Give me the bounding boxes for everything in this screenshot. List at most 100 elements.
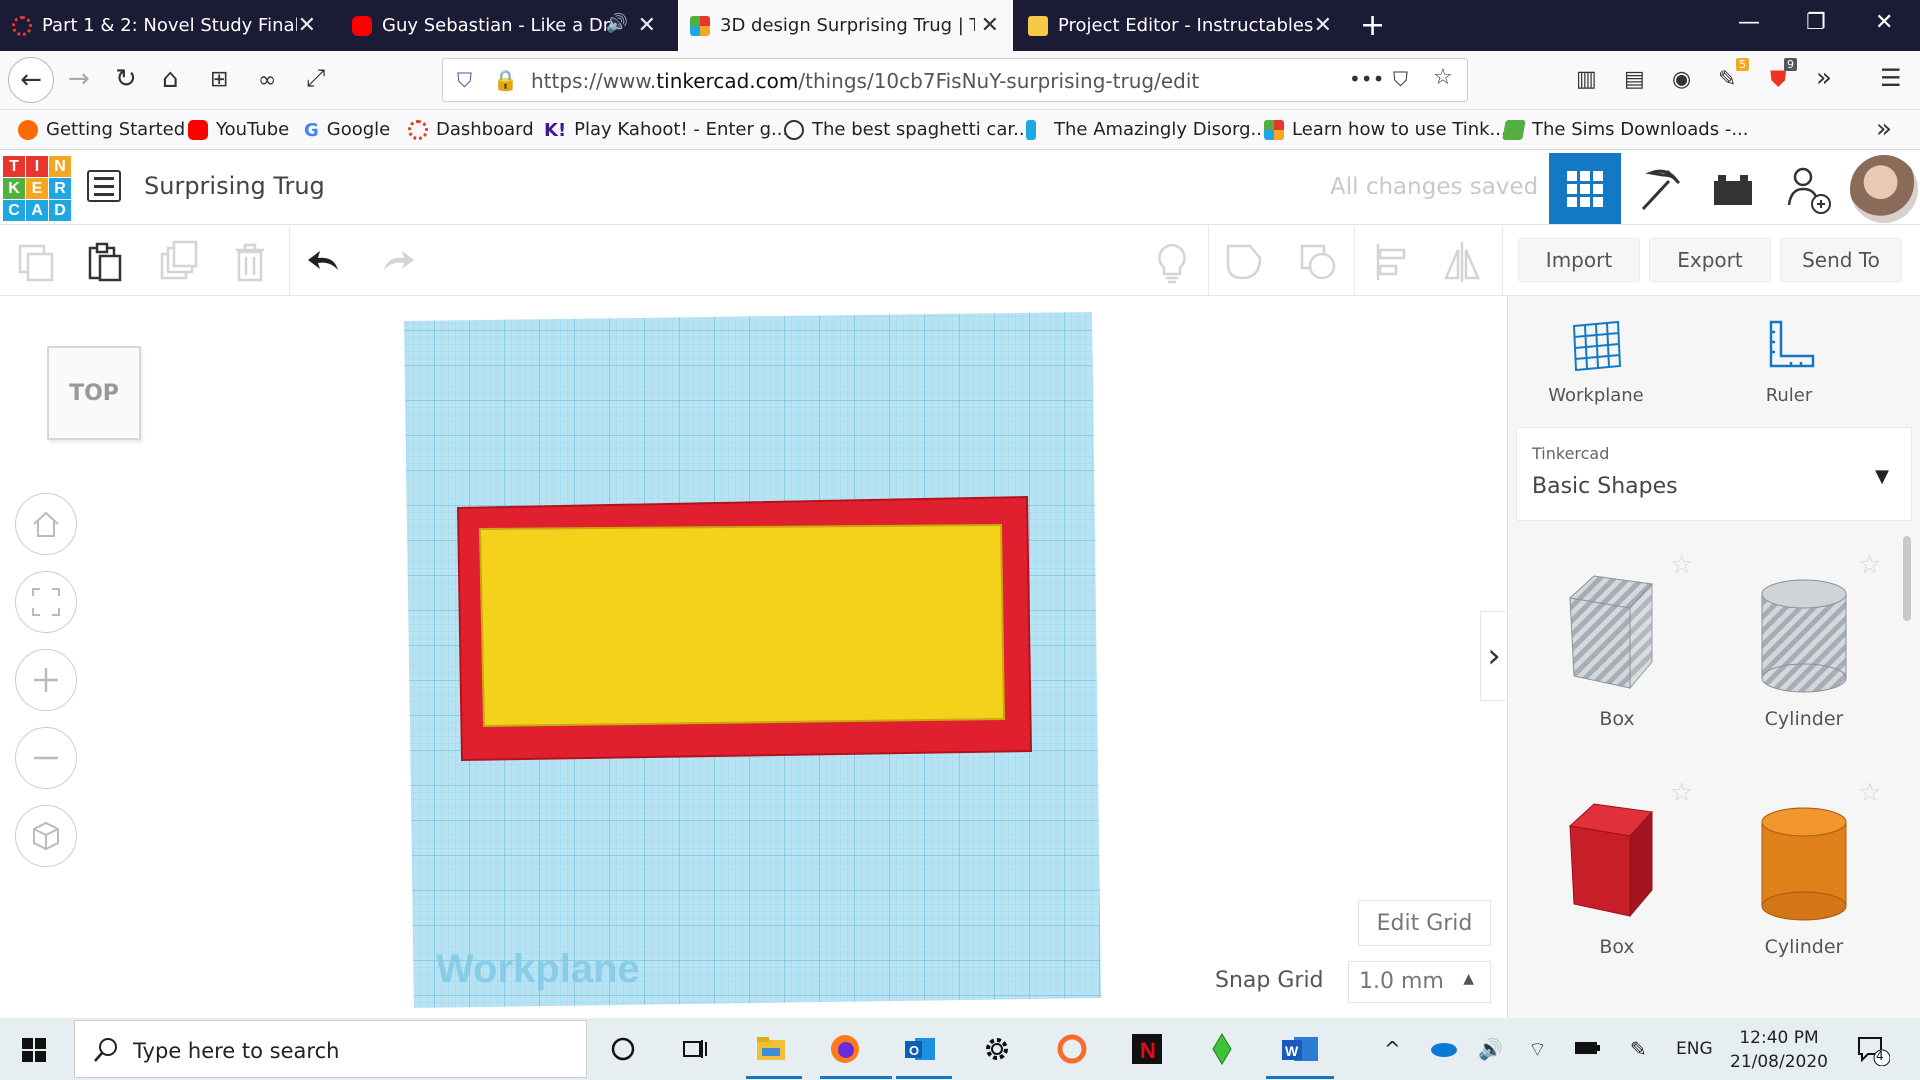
bookmark-sims[interactable]: The Sims Downloads -... [1502, 119, 1749, 140]
shape-cylinder-hole[interactable]: Cylinder [1719, 558, 1889, 758]
bookmark-dashboard[interactable]: Dashboard [408, 119, 534, 140]
windows-start-icon[interactable] [22, 1038, 46, 1062]
overflow-chevron-icon[interactable]: » [1816, 63, 1832, 93]
shape-library-dropdown[interactable]: Tinkercad Basic Shapes ▼ [1516, 427, 1912, 521]
pen-icon[interactable]: ✎ [1630, 1037, 1647, 1061]
library-icon[interactable]: ▥ [1576, 67, 1597, 92]
mask-icon[interactable]: ∞ [258, 68, 276, 93]
onedrive-icon[interactable] [1428, 1038, 1458, 1058]
export-button[interactable]: Export [1649, 238, 1771, 282]
paste-icon[interactable] [84, 240, 128, 284]
delete-icon[interactable] [228, 240, 272, 284]
zoom-out-button[interactable] [15, 727, 77, 789]
new-tab-button[interactable]: + [1360, 8, 1385, 43]
close-window-button[interactable]: ✕ [1875, 10, 1893, 35]
close-tab-icon[interactable]: ✕ [638, 13, 656, 38]
zoom-in-button[interactable] [15, 649, 77, 711]
design-title[interactable]: Surprising Trug [144, 172, 325, 200]
ruler-tool[interactable]: Ruler [1724, 318, 1854, 406]
edit-grid-button[interactable]: Edit Grid [1358, 900, 1491, 946]
view-cube[interactable]: TOP [47, 346, 141, 440]
account-icon[interactable]: ◉ [1672, 67, 1691, 92]
redo-icon[interactable] [374, 240, 418, 284]
settings-gear-icon[interactable] [980, 1032, 1014, 1066]
collapse-panel-button[interactable]: › [1480, 611, 1506, 701]
copy-icon[interactable] [14, 240, 58, 284]
minimize-button[interactable]: — [1738, 10, 1760, 35]
lock-icon[interactable]: 🔒 [493, 68, 518, 92]
home-view-button[interactable] [15, 493, 77, 555]
restore-button[interactable]: ❐ [1806, 10, 1826, 35]
fit-view-button[interactable] [15, 571, 77, 633]
netflix-icon[interactable]: N [1130, 1032, 1164, 1066]
reload-icon[interactable]: ↻ [115, 64, 137, 94]
file-explorer-icon[interactable] [754, 1032, 788, 1066]
notifications-icon[interactable] [1856, 1034, 1890, 1066]
panel-scrollbar[interactable] [1903, 536, 1911, 621]
close-tab-icon[interactable]: ✕ [298, 13, 316, 38]
tab-youtube[interactable]: Guy Sebastian - Like a Drum 🔊 ✕ [340, 0, 670, 51]
shape-box-hole[interactable]: Box [1532, 558, 1702, 758]
duplicate-icon[interactable] [156, 240, 200, 284]
add-tab-icon[interactable]: ⊞ [210, 67, 228, 92]
extension-icon[interactable]: ✎ [1718, 67, 1736, 92]
align-icon[interactable] [1370, 240, 1414, 284]
bookmark-star-icon[interactable]: ☆ [1433, 65, 1453, 90]
send-to-button[interactable]: Send To [1780, 238, 1902, 282]
bricks-button[interactable] [1697, 153, 1769, 224]
task-view-icon[interactable] [680, 1032, 714, 1066]
bookmark-tinkercad[interactable]: Learn how to use Tink... [1264, 119, 1507, 140]
mirror-icon[interactable] [1440, 240, 1484, 284]
back-button[interactable]: ← [8, 57, 54, 103]
sidebar-icon[interactable]: ▤ [1624, 67, 1645, 92]
workplane-grid[interactable]: Workplane [400, 296, 1120, 1018]
hamburger-menu-icon[interactable]: ☰ [1880, 64, 1902, 92]
inner-yellow-box[interactable] [478, 523, 1006, 728]
system-clock[interactable]: 12:40 PM 21/08/2020 [1730, 1026, 1828, 1074]
speaker-icon[interactable]: 🔊 [606, 13, 628, 34]
workplane-canvas[interactable]: TOP Workplane › Edit Grid Snap Grid 1.0 … [0, 296, 1506, 1018]
import-button[interactable]: Import [1518, 238, 1640, 282]
tab-novel-study[interactable]: Part 1 & 2: Novel Study Final D ✕ [0, 0, 330, 51]
tab-instructables[interactable]: Project Editor - Instructables ✕ [1016, 0, 1346, 51]
page-actions-icon[interactable]: ••• [1349, 67, 1384, 91]
close-tab-icon[interactable]: ✕ [981, 13, 999, 38]
chevron-up-icon[interactable]: ^ [1384, 1037, 1401, 1061]
group-icon[interactable] [1222, 240, 1266, 284]
perspective-button[interactable] [15, 805, 77, 867]
bookmark-getting-started[interactable]: Getting Started [18, 119, 185, 140]
volume-icon[interactable]: 🔊 [1478, 1037, 1503, 1061]
firefox-icon[interactable] [828, 1032, 862, 1066]
outlook-icon[interactable]: O [903, 1032, 937, 1066]
ungroup-icon[interactable] [1296, 240, 1340, 284]
3d-view-button[interactable] [1549, 153, 1621, 224]
wifi-icon[interactable]: ⌔ [1528, 1037, 1547, 1062]
bookmark-google[interactable]: G Google [304, 119, 390, 141]
word-icon[interactable]: W [1280, 1032, 1320, 1066]
address-bar[interactable]: ⛉ 🔒 https://www.tinkercad.com/things/10c… [442, 58, 1468, 102]
tinkercad-logo[interactable]: T I N K E R C A D [3, 156, 71, 221]
language-indicator[interactable]: ENG [1676, 1039, 1713, 1059]
avatar[interactable] [1850, 155, 1918, 223]
add-user-button[interactable] [1771, 153, 1843, 224]
shape-cylinder-solid[interactable]: Cylinder [1719, 786, 1889, 986]
tab-tinkercad[interactable]: 3D design Surprising Trug | Tink ✕ [678, 0, 1013, 51]
taskbar-search[interactable]: Type here to search [74, 1020, 587, 1078]
favorite-star-icon[interactable]: ☆ [1858, 778, 1881, 808]
shape-box-solid[interactable]: Box [1532, 786, 1702, 986]
favorite-star-icon[interactable]: ☆ [1670, 550, 1693, 580]
design-list-icon[interactable] [87, 170, 121, 202]
url-text[interactable]: https://www.tinkercad.com/things/10cb7Fi… [531, 69, 1199, 93]
forward-button[interactable]: → [68, 64, 90, 94]
favorite-star-icon[interactable]: ☆ [1670, 778, 1693, 808]
bookmark-kahoot[interactable]: K! Play Kahoot! - Enter g... [544, 119, 788, 141]
snap-grid-select[interactable]: 1.0 mm ▲ [1348, 961, 1491, 1003]
favorite-star-icon[interactable]: ☆ [1858, 550, 1881, 580]
bookmark-amazingly[interactable]: The Amazingly Disorg... [1026, 119, 1268, 140]
sims-plumbob-icon[interactable] [1205, 1032, 1239, 1066]
cortana-icon[interactable] [606, 1032, 640, 1066]
workplane-tool[interactable]: Workplane [1531, 318, 1661, 406]
home-icon[interactable]: ⌂ [162, 64, 179, 94]
lightbulb-icon[interactable] [1150, 240, 1194, 284]
bookmark-youtube[interactable]: YouTube [188, 119, 289, 140]
